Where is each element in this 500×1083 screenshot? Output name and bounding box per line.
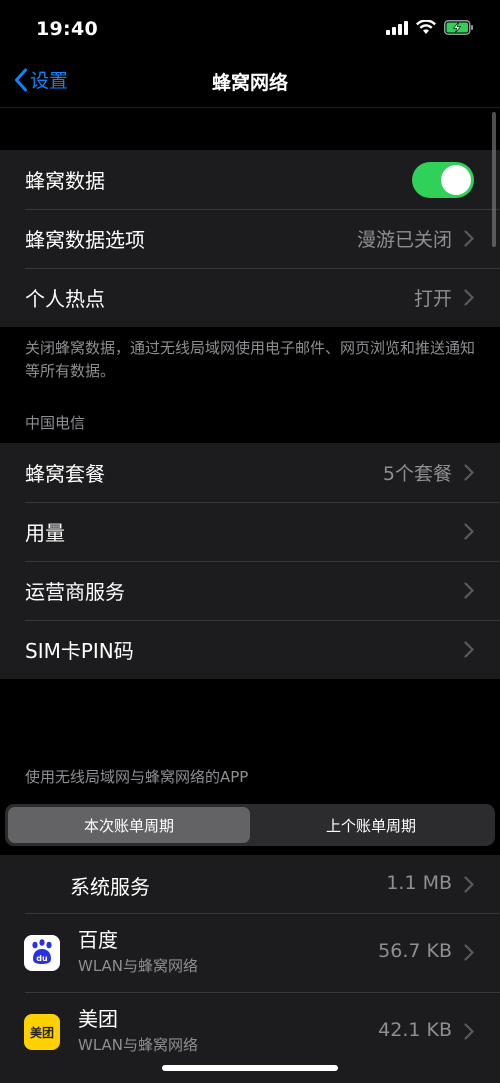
cellular-options-row[interactable]: 蜂窝数据选项 漫游已关闭 xyxy=(0,209,500,268)
usage-label: 用量 xyxy=(25,521,65,545)
baidu-paw-icon: du xyxy=(32,939,52,964)
chevron-right-icon xyxy=(464,582,474,599)
carrier-services-label: 运营商服务 xyxy=(25,580,125,604)
chevron-right-icon xyxy=(464,1023,474,1040)
carrier-services-row[interactable]: 运营商服务 xyxy=(0,561,500,620)
app-name: 美团 xyxy=(78,1007,118,1031)
app-usage-value: 56.7 KB xyxy=(378,940,452,962)
app-usage-value: 42.1 KB xyxy=(378,1019,452,1041)
cellular-settings-group: 蜂窝数据 蜂窝数据选项 漫游已关闭 个人热点 打开 xyxy=(0,150,500,327)
sim-pin-label: SIM卡PIN码 xyxy=(25,639,134,663)
hotspot-row[interactable]: 个人热点 打开 xyxy=(0,268,500,327)
usage-row[interactable]: 用量 xyxy=(0,502,500,561)
app-usage-value: 1.1 MB xyxy=(386,872,452,894)
signal-icon xyxy=(386,20,408,35)
carrier-header: 中国电信 xyxy=(25,414,86,432)
chevron-right-icon xyxy=(464,523,474,540)
baidu-icon-text: du xyxy=(36,954,48,963)
scroll-indicator xyxy=(492,112,496,247)
battery-charging-icon xyxy=(444,20,473,35)
page-title: 蜂窝网络 xyxy=(211,72,288,94)
toggle-knob xyxy=(441,164,471,195)
nav-bar: 设置 蜂窝网络 xyxy=(0,58,500,108)
chevron-right-icon xyxy=(464,944,474,961)
chevron-right-icon xyxy=(464,876,474,893)
cellular-plans-label: 蜂窝套餐 xyxy=(25,462,105,486)
cellular-data-label: 蜂窝数据 xyxy=(25,169,105,193)
app-row-meituan[interactable]: 美团 美团 WLAN与蜂窝网络 42.1 KB xyxy=(0,993,500,1071)
app-subtitle: WLAN与蜂窝网络 xyxy=(78,957,199,975)
status-bar: 19:40 xyxy=(0,0,500,58)
meituan-app-icon: 美团 xyxy=(24,1014,60,1050)
chevron-right-icon xyxy=(464,230,474,247)
hotspot-label: 个人热点 xyxy=(25,287,105,311)
carrier-group: 蜂窝套餐 5个套餐 用量 运营商服务 SIM卡PIN码 xyxy=(0,443,500,679)
cellular-data-row: 蜂窝数据 xyxy=(0,150,500,209)
apps-header: 使用无线局域网与蜂窝网络的APP xyxy=(25,768,249,786)
cellular-options-label: 蜂窝数据选项 xyxy=(25,228,145,252)
hotspot-value: 打开 xyxy=(413,288,452,310)
status-time: 19:40 xyxy=(36,18,98,40)
status-icons xyxy=(386,20,474,35)
app-row-baidu[interactable]: du 百度 WLAN与蜂窝网络 56.7 KB xyxy=(0,914,500,992)
cellular-data-toggle[interactable] xyxy=(412,161,474,198)
segment-current-period[interactable]: 本次账单周期 xyxy=(8,807,250,843)
cellular-plans-value: 5个套餐 xyxy=(382,463,452,485)
home-indicator[interactable] xyxy=(162,1065,338,1071)
cellular-options-value: 漫游已关闭 xyxy=(356,229,452,251)
app-row-system-services[interactable]: 系统服务 1.1 MB xyxy=(0,855,500,913)
segment-previous-period[interactable]: 上个账单周期 xyxy=(250,807,492,843)
wifi-icon xyxy=(416,20,436,34)
billing-period-segmented-control: 本次账单周期 上个账单周期 xyxy=(5,804,495,846)
app-usage-list: 系统服务 1.1 MB du 百度 WLAN与蜂窝网络 56.7 KB 美团 美… xyxy=(0,855,500,1083)
chevron-right-icon xyxy=(464,289,474,306)
cellular-plans-row[interactable]: 蜂窝套餐 5个套餐 xyxy=(0,443,500,502)
baidu-app-icon: du xyxy=(24,935,60,971)
app-subtitle: WLAN与蜂窝网络 xyxy=(78,1036,199,1054)
chevron-right-icon xyxy=(464,464,474,481)
app-name: 系统服务 xyxy=(70,875,150,899)
chevron-right-icon xyxy=(464,641,474,658)
meituan-icon-text: 美团 xyxy=(29,1025,54,1040)
sim-pin-row[interactable]: SIM卡PIN码 xyxy=(0,620,500,679)
cellular-footnote: 关闭蜂窝数据，通过无线局域网使用电子邮件、网页浏览和推送通知等所有数据。 xyxy=(25,339,476,380)
app-name: 百度 xyxy=(78,928,118,952)
